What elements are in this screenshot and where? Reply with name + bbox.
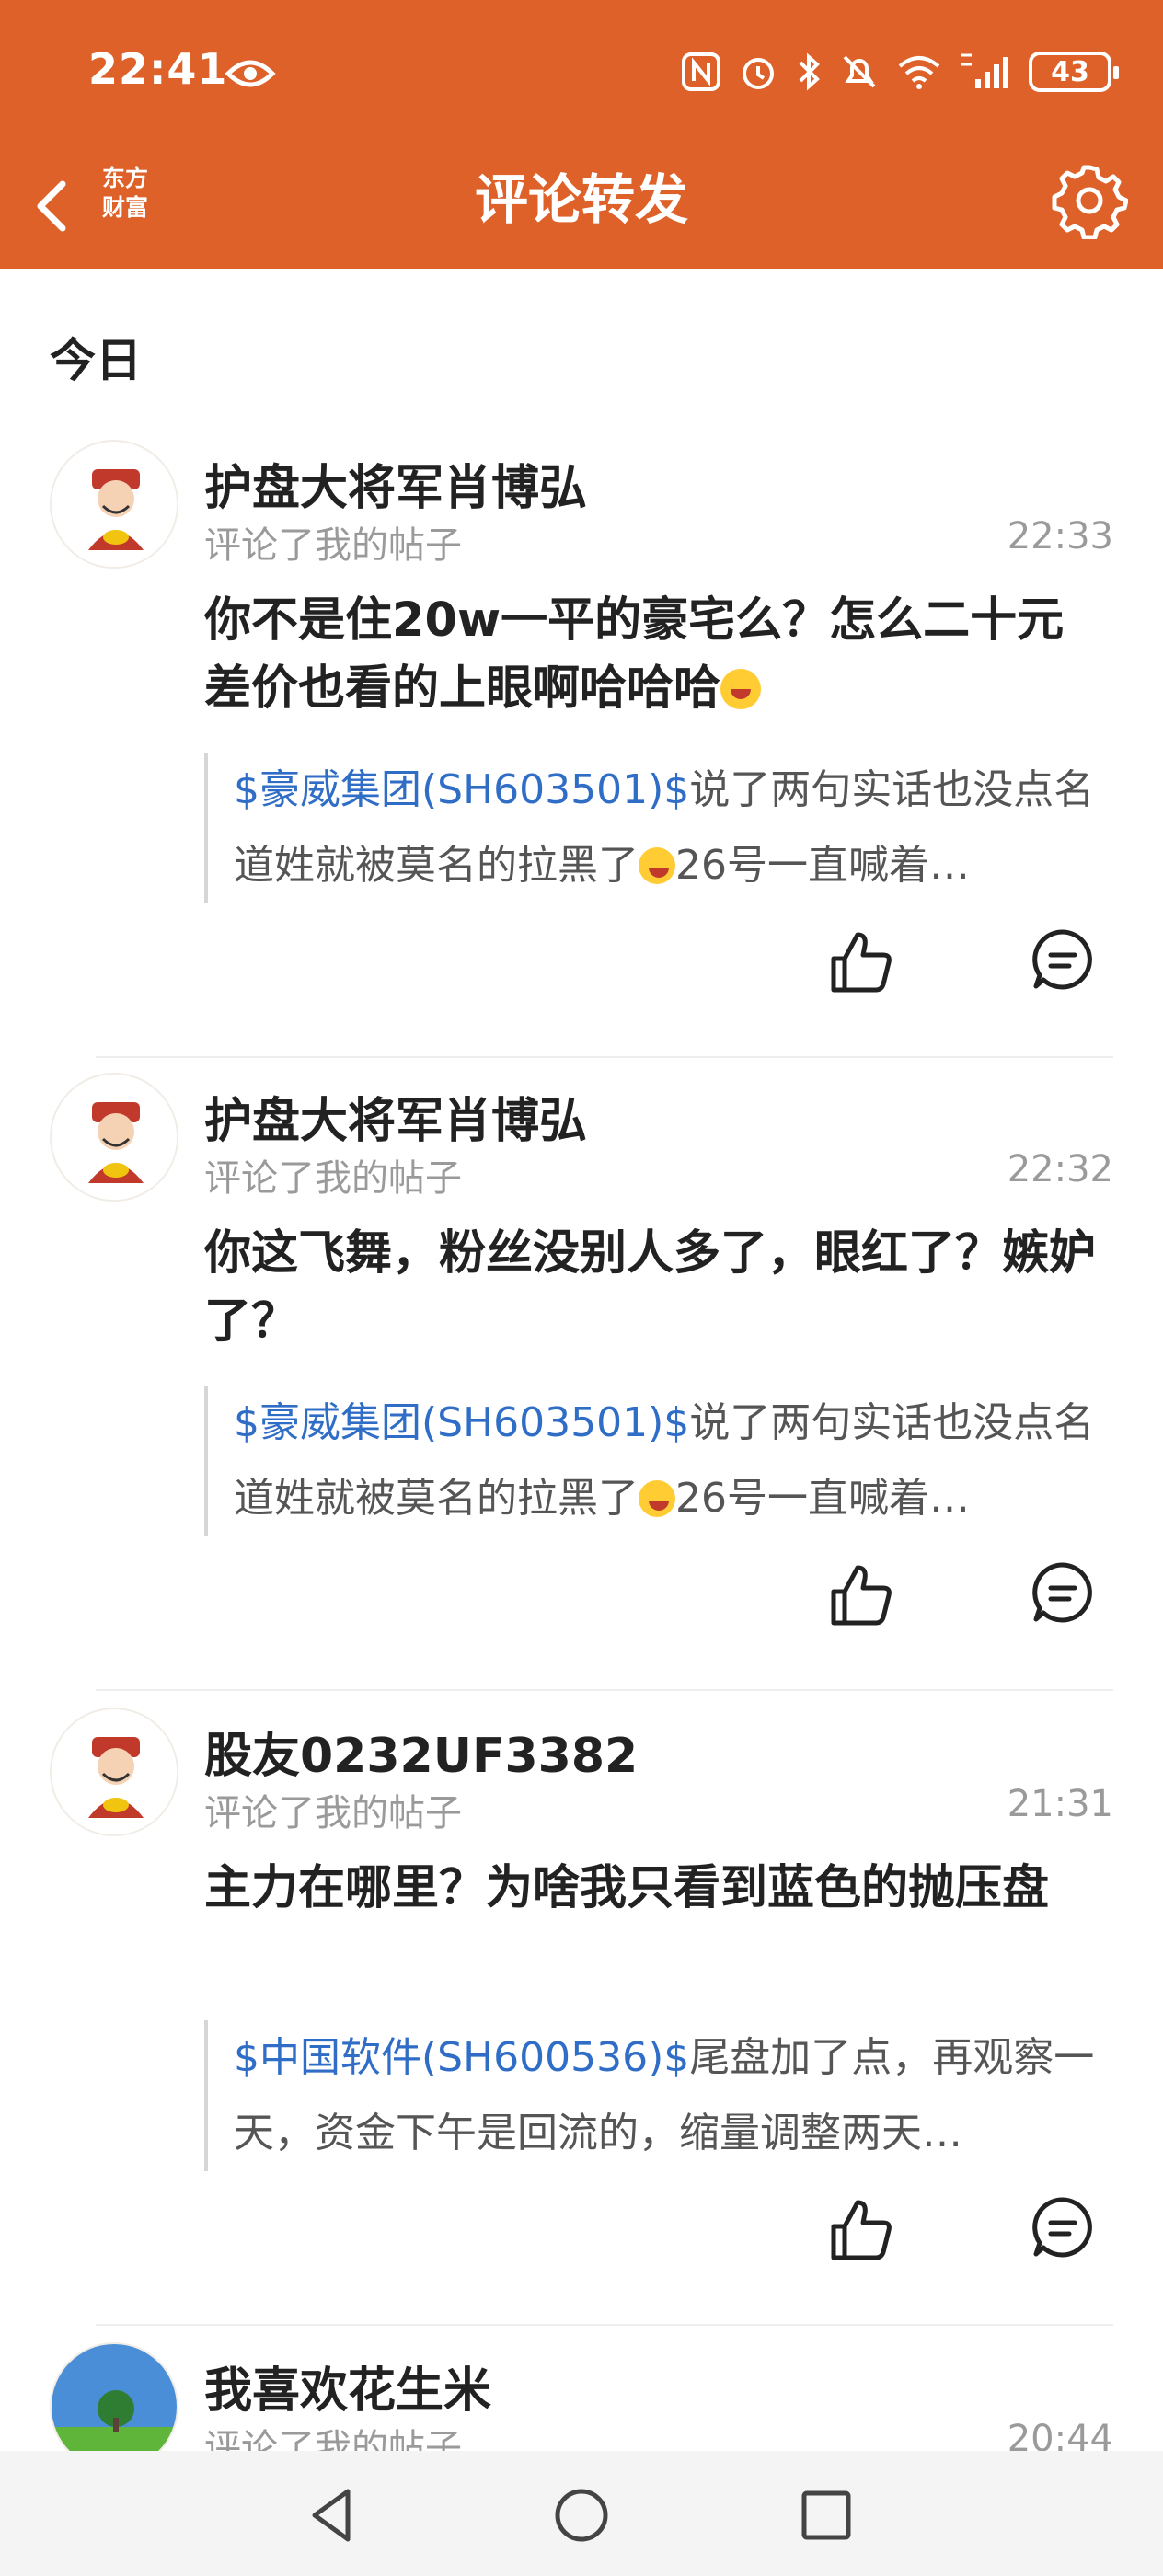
timestamp: 20:44	[1007, 2418, 1113, 2451]
comment-body: 你不是住20w一平的豪宅么？怎么二十元差价也看的上眼啊哈哈哈	[204, 593, 1065, 716]
username[interactable]: 护盘大将军肖博弘	[204, 1082, 587, 1151]
laugh-tears-emoji-icon	[639, 847, 675, 884]
battery-indicator: 43	[1029, 52, 1119, 92]
action-text: 评论了我的帖子	[204, 1157, 462, 1200]
divider	[96, 1689, 1113, 1691]
thumbs-up-icon[interactable]	[826, 1560, 896, 1630]
timestamp: 21:31	[1007, 1783, 1113, 1825]
quoted-post[interactable]: $中国软件(SH600536)$尾盘加了点，再观察一天，资金下午是回流的，缩量调…	[204, 2020, 1115, 2171]
status-time: 22:41	[88, 44, 228, 94]
thumbs-up-icon[interactable]	[826, 2195, 896, 2265]
divider	[96, 2324, 1113, 2326]
avatar[interactable]	[50, 1073, 178, 1202]
avatar[interactable]	[50, 440, 178, 569]
home-circle-icon[interactable]	[548, 2482, 615, 2548]
caishen-avatar-icon	[53, 1076, 177, 1200]
comment-bubble-icon[interactable]	[1031, 927, 1095, 992]
avatar[interactable]	[50, 1708, 178, 1836]
username[interactable]: 我喜欢花生米	[204, 2352, 491, 2421]
battery-level: 43	[1051, 55, 1089, 88]
notification-item[interactable]: 股友0232UF3382 评论了我的帖子 21:31 主力在哪里？为啥我只看到蓝…	[0, 1708, 1163, 2342]
action-text: 评论了我的帖子	[204, 524, 462, 567]
caishen-avatar-icon	[53, 1711, 177, 1834]
username[interactable]: 护盘大将军肖博弘	[204, 449, 587, 518]
quoted-post[interactable]: $豪威集团(SH603501)$说了两句实话也没点名道姓就被莫名的拉黑了 26号一…	[204, 753, 1115, 903]
timestamp: 22:32	[1007, 1148, 1113, 1190]
quoted-text-tail: 26号一直喊着…	[675, 1475, 970, 1522]
laugh-emoji-icon	[720, 669, 762, 709]
username[interactable]: 股友0232UF3382	[204, 1717, 638, 1786]
timestamp: 22:33	[1007, 515, 1113, 558]
action-text: 评论了我的帖子	[204, 2427, 462, 2451]
action-text: 评论了我的帖子	[204, 1792, 462, 1834]
comment-text[interactable]: 你这飞舞，粉丝没别人多了，眼红了？嫉妒了？	[204, 1220, 1097, 1356]
laugh-tears-emoji-icon	[639, 1480, 675, 1517]
stock-tag-link[interactable]: $中国软件(SH600536)$	[234, 2034, 689, 2081]
notification-item[interactable]: 我喜欢花生米 评论了我的帖子 20:44	[0, 2342, 1163, 2451]
tree-landscape-avatar-icon	[52, 2344, 177, 2451]
comment-bubble-icon[interactable]	[1031, 2195, 1095, 2260]
bluetooth-icon	[799, 52, 820, 91]
signal-icon	[961, 53, 1008, 88]
alarm-icon	[743, 58, 774, 89]
comment-text[interactable]: 主力在哪里？为啥我只看到蓝色的抛压盘	[204, 1855, 1097, 1923]
app-header: 22:41 43 东方 财富 评论转发	[0, 0, 1163, 269]
quoted-post[interactable]: $豪威集团(SH603501)$说了两句实话也没点名道姓就被莫名的拉黑了 26号一…	[204, 1386, 1115, 1536]
wifi-icon	[898, 56, 940, 89]
status-icons: 43	[681, 46, 1119, 98]
eye-icon	[225, 60, 276, 87]
quoted-text-tail: 26号一直喊着…	[675, 842, 970, 889]
gear-icon[interactable]	[1051, 162, 1128, 239]
caishen-avatar-icon	[53, 443, 177, 567]
system-nav-bar	[0, 2451, 1163, 2576]
thumbs-up-icon[interactable]	[826, 927, 896, 997]
section-today: 今日	[50, 334, 142, 387]
mute-bell-icon	[843, 55, 876, 88]
notification-item[interactable]: 护盘大将军肖博弘 评论了我的帖子 22:33 你不是住20w一平的豪宅么？怎么二…	[0, 440, 1163, 1075]
nfc-icon	[682, 52, 720, 91]
notification-item[interactable]: 护盘大将军肖博弘 评论了我的帖子 22:32 你这飞舞，粉丝没别人多了，眼红了？…	[0, 1073, 1163, 1708]
stock-tag-link[interactable]: $豪威集团(SH603501)$	[234, 1399, 689, 1446]
page-title: 评论转发	[474, 168, 688, 231]
nav-bar: 东方 财富 评论转发	[0, 147, 1163, 269]
stock-tag-link[interactable]: $豪威集团(SH603501)$	[234, 766, 689, 813]
comment-text[interactable]: 你不是住20w一平的豪宅么？怎么二十元差价也看的上眼啊哈哈哈	[204, 587, 1097, 723]
divider	[96, 1056, 1113, 1058]
comment-bubble-icon[interactable]	[1031, 1560, 1095, 1625]
status-bar: 22:41 43	[0, 0, 1163, 147]
back-triangle-icon[interactable]	[300, 2482, 366, 2548]
avatar[interactable]	[50, 2342, 178, 2451]
recents-square-icon[interactable]	[793, 2482, 859, 2548]
